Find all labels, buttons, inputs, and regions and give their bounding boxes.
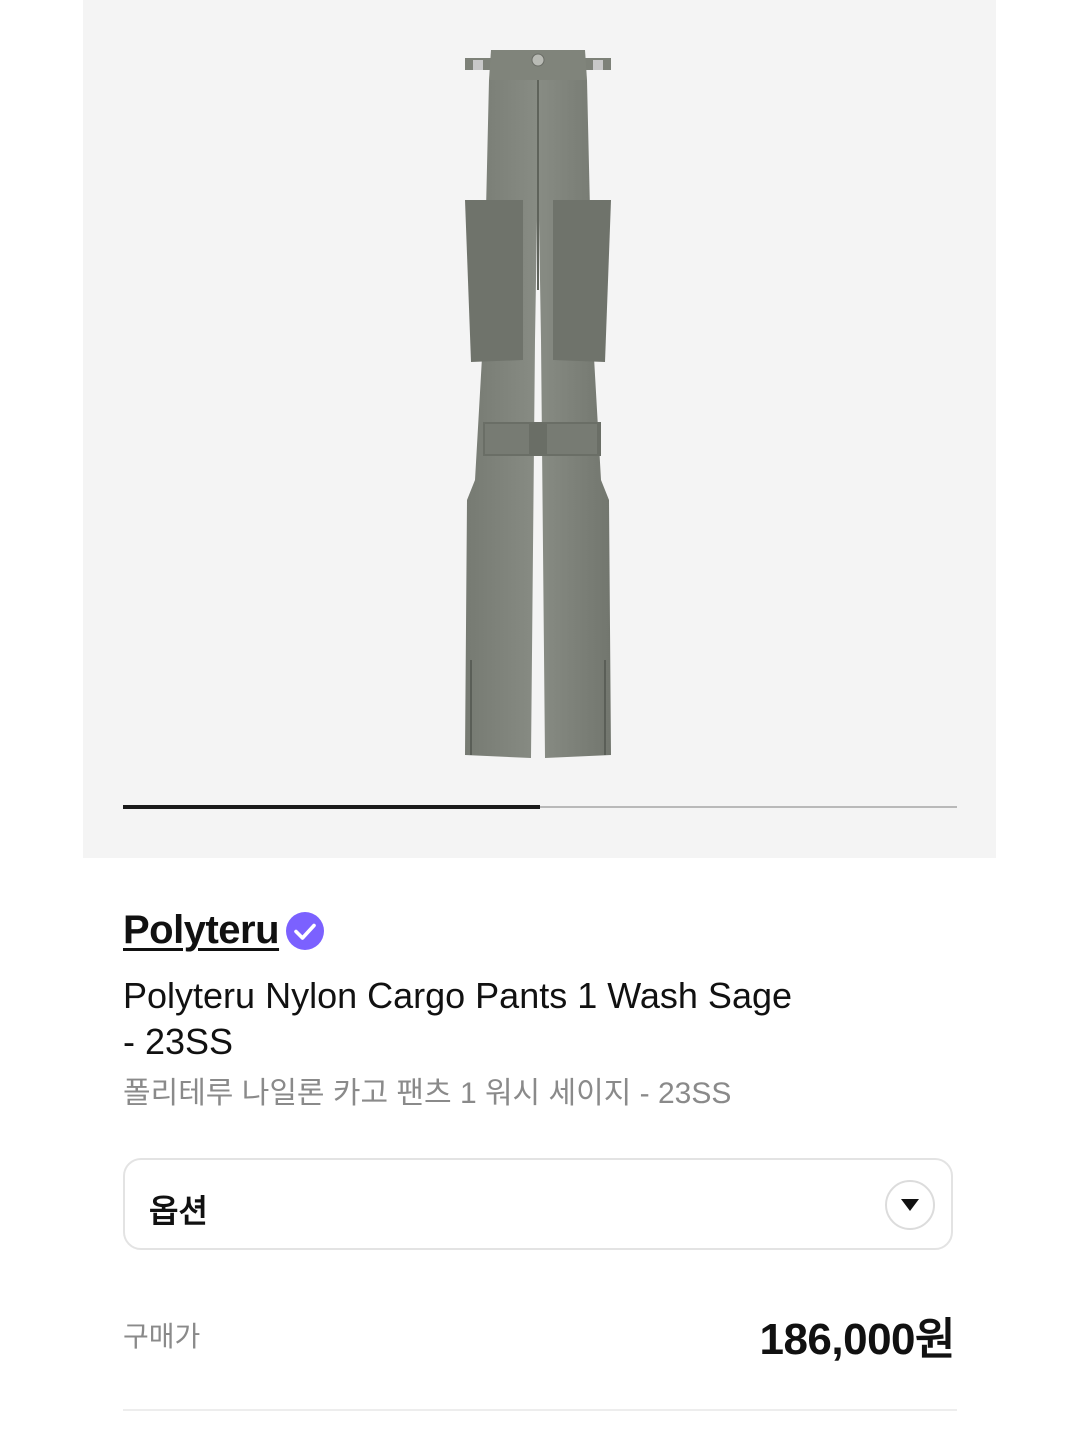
purchase-price-label: 구매가	[123, 1321, 201, 1352]
option-select-label: 옵션	[149, 1193, 208, 1229]
verified-badge-icon	[286, 911, 325, 950]
option-select[interactable]: 옵션	[123, 1158, 953, 1250]
product-title-line1: Polyteru Nylon Cargo Pants 1 Wash Sage	[123, 975, 793, 1016]
gallery-progress-bar	[123, 805, 957, 809]
divider	[123, 1409, 957, 1411]
product-image	[465, 50, 611, 758]
brand-name-link[interactable]: Polyteru	[123, 908, 280, 953]
option-dropdown-button[interactable]	[885, 1180, 935, 1230]
product-subtitle-korean: 폴리테루 나일론 카고 팬츠 1 워시 세이지 - 23SS	[123, 1077, 732, 1110]
product-title-line2: - 23SS	[123, 1021, 234, 1062]
product-title: Polyteru Nylon Cargo Pants 1 Wash Sage -…	[123, 973, 923, 1065]
progress-fill	[123, 805, 540, 809]
chevron-down-icon	[901, 1199, 919, 1211]
product-image-gallery[interactable]	[83, 0, 996, 858]
purchase-price: 186,000원	[759, 1315, 955, 1364]
brand-row[interactable]: Polyteru	[123, 908, 325, 953]
